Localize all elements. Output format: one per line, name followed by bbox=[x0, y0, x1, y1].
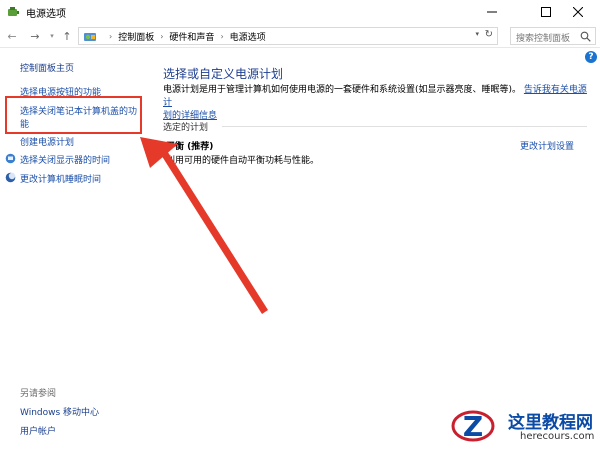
nav-user-accounts[interactable]: 用户帐户 bbox=[20, 424, 56, 437]
window-title: 电源选项 bbox=[26, 9, 66, 20]
nav-sleep-time[interactable]: 更改计算机睡眠时间 bbox=[20, 172, 101, 185]
forward-arrow-icon[interactable]: → bbox=[28, 28, 42, 44]
nav-control-panel-home[interactable]: 控制面板主页 bbox=[20, 61, 74, 74]
watermark-title: 这里教程网 bbox=[508, 413, 593, 433]
breadcrumb-separator-icon: › bbox=[109, 32, 113, 41]
svg-text:Z: Z bbox=[463, 410, 483, 443]
highlight-box bbox=[5, 96, 142, 134]
up-arrow-icon[interactable]: ↑ bbox=[60, 28, 74, 44]
watermark-url: herecours.com bbox=[520, 431, 595, 442]
navigation-bar: ← → ▾ ↑ › 控制面板 › 硬件和声音 › 电源选项 ▾ ↻ 搜索控制面板 bbox=[0, 24, 600, 48]
breadcrumb-separator-icon: › bbox=[220, 32, 224, 41]
breadcrumb-hardware-sound[interactable]: 硬件和声音 bbox=[169, 30, 214, 43]
search-input[interactable]: 搜索控制面板 bbox=[510, 27, 596, 45]
display-shield-icon bbox=[5, 153, 16, 164]
title-bar: 电源选项 bbox=[0, 0, 600, 24]
close-button[interactable] bbox=[556, 0, 600, 24]
address-history-chevron-icon[interactable]: ▾ bbox=[475, 30, 479, 38]
sleep-moon-icon bbox=[5, 172, 16, 183]
site-logo-icon: Z bbox=[451, 410, 495, 443]
change-plan-settings-link[interactable]: 更改计划设置 bbox=[520, 139, 574, 152]
address-bar[interactable]: › 控制面板 › 硬件和声音 › 电源选项 ▾ ↻ bbox=[78, 27, 498, 45]
search-placeholder: 搜索控制面板 bbox=[516, 34, 571, 44]
description-text: 电源计划是用于管理计算机如何使用电源的一套硬件和系统设置(如显示器亮度、睡眠等)… bbox=[163, 85, 522, 95]
nav-windows-mobility-center[interactable]: Windows 移动中心 bbox=[20, 405, 99, 418]
control-panel-icon bbox=[84, 33, 96, 41]
nav-display-off-time[interactable]: 选择关闭显示器的时间 bbox=[20, 153, 110, 166]
minimize-icon bbox=[487, 11, 497, 13]
selected-plan-heading: 选定的计划 bbox=[163, 123, 209, 133]
power-options-icon bbox=[8, 7, 19, 16]
help-icon[interactable]: ? bbox=[585, 51, 597, 63]
nav-create-power-plan[interactable]: 创建电源计划 bbox=[20, 135, 74, 148]
plan-description: 利用可用的硬件自动平衡功耗与性能。 bbox=[166, 156, 320, 166]
breadcrumb: › 控制面板 › 硬件和声音 › 电源选项 bbox=[103, 30, 266, 43]
breadcrumb-power-options[interactable]: 电源选项 bbox=[230, 30, 266, 43]
recent-locations-chevron-icon[interactable]: ▾ bbox=[45, 28, 59, 44]
page-description: 电源计划是用于管理计算机如何使用电源的一套硬件和系统设置(如显示器亮度、睡眠等)… bbox=[163, 84, 593, 123]
breadcrumb-control-panel[interactable]: 控制面板 bbox=[118, 30, 154, 43]
maximize-icon bbox=[541, 7, 551, 17]
section-divider bbox=[222, 126, 587, 127]
see-also-heading: 另请参阅 bbox=[20, 389, 57, 399]
arrow-shaft bbox=[158, 146, 268, 314]
page-title: 选择或自定义电源计划 bbox=[163, 67, 284, 81]
close-icon bbox=[573, 7, 583, 17]
minimize-button[interactable] bbox=[470, 0, 514, 24]
plan-radio-balanced[interactable]: 平衡 (推荐) bbox=[166, 139, 213, 152]
refresh-icon[interactable]: ↻ bbox=[485, 29, 493, 40]
search-icon[interactable] bbox=[580, 31, 591, 42]
back-arrow-icon[interactable]: ← bbox=[5, 28, 19, 44]
breadcrumb-separator-icon: › bbox=[160, 32, 164, 41]
